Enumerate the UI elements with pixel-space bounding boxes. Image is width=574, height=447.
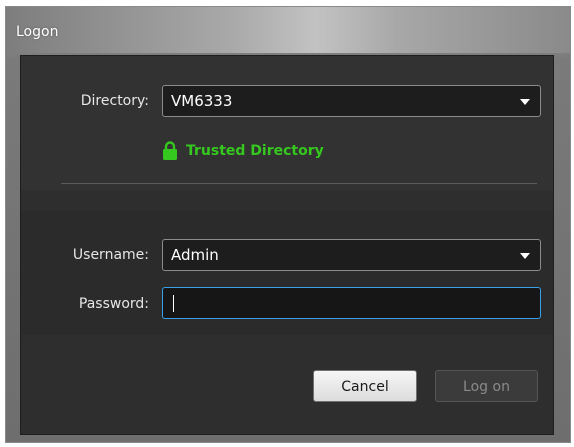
cancel-button[interactable]: Cancel	[313, 370, 417, 402]
username-value: Admin	[171, 246, 219, 264]
lock-icon	[163, 141, 177, 160]
dialog-title: Logon	[16, 24, 59, 40]
logon-dialog: Logon Directory: VM6333 Trusted Director…	[5, 6, 571, 443]
chevron-down-icon	[520, 99, 530, 105]
title-bar[interactable]: Logon	[6, 7, 570, 53]
directory-dropdown[interactable]: VM6333	[162, 85, 541, 117]
username-label: Username:	[72, 247, 149, 263]
section-divider	[61, 183, 537, 184]
chevron-down-icon	[520, 253, 530, 259]
directory-section	[21, 56, 553, 190]
directory-value: VM6333	[171, 92, 233, 110]
username-combobox[interactable]: Admin	[162, 239, 541, 271]
trusted-directory-text: Trusted Directory	[186, 143, 324, 159]
directory-label: Directory:	[80, 93, 149, 109]
dialog-body: Directory: VM6333 Trusted Directory User…	[20, 55, 554, 435]
trusted-directory-status: Trusted Directory	[162, 140, 324, 162]
text-cursor	[173, 295, 174, 312]
log-on-button[interactable]: Log on	[435, 370, 538, 402]
password-label: Password:	[78, 296, 149, 312]
password-input[interactable]	[162, 287, 541, 319]
